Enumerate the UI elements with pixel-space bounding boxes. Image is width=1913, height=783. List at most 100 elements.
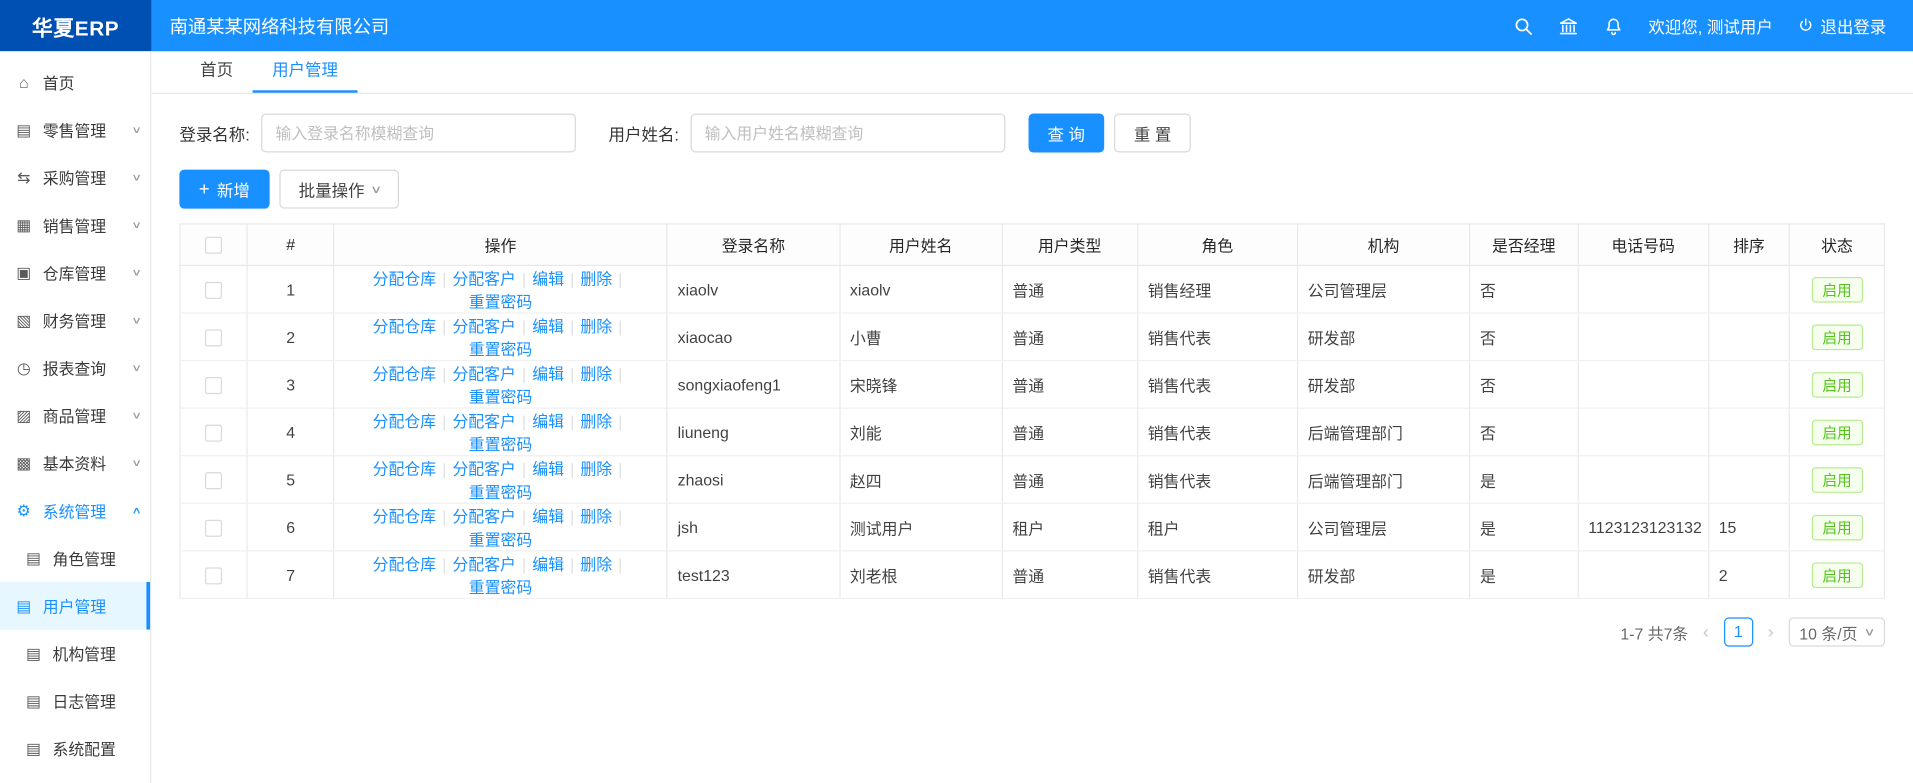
assign-customer-link[interactable]: 分配客户 [452, 317, 515, 335]
action-separator: | [522, 508, 526, 526]
cell-user-name: 小曹 [840, 313, 1002, 361]
assign-warehouse-link[interactable]: 分配仓库 [373, 460, 436, 478]
cell-actions: 分配仓库|分配客户|编辑|删除|重置密码 [334, 361, 668, 409]
row-checkbox[interactable] [205, 519, 222, 536]
reset-password-link[interactable]: 重置密码 [469, 340, 532, 358]
edit-link[interactable]: 编辑 [532, 365, 564, 383]
logout-button[interactable]: 退出登录 [1797, 13, 1886, 37]
user-table: #操作登录名称用户姓名用户类型角色机构是否经理电话号码排序状态 1分配仓库|分配… [179, 223, 1885, 599]
assign-customer-link[interactable]: 分配客户 [452, 508, 515, 526]
page-number-button[interactable]: 1 [1724, 617, 1753, 646]
purchase-icon: ⇆ [15, 168, 33, 188]
sidebar-item-user-mgmt[interactable]: ▤用户管理 [0, 582, 150, 630]
assign-customer-link[interactable]: 分配客户 [452, 460, 515, 478]
header-cell-6: 机构 [1297, 224, 1469, 265]
table-row: 6分配仓库|分配客户|编辑|删除|重置密码jsh测试用户租户租户公司管理层是11… [180, 503, 1884, 551]
delete-link[interactable]: 删除 [580, 270, 612, 288]
delete-link[interactable]: 删除 [580, 365, 612, 383]
user-name-input[interactable] [690, 113, 1005, 152]
reset-password-link[interactable]: 重置密码 [469, 578, 532, 596]
edit-link[interactable]: 编辑 [532, 508, 564, 526]
delete-link[interactable]: 删除 [580, 412, 612, 430]
action-separator: | [618, 317, 622, 335]
page-size-value: 10 条/页 [1799, 620, 1857, 643]
sidebar-item-goods[interactable]: ▨商品管理∨ [0, 392, 150, 440]
assign-warehouse-link[interactable]: 分配仓库 [373, 508, 436, 526]
cell-index: 6 [248, 503, 334, 551]
row-checkbox[interactable] [205, 282, 222, 299]
assign-warehouse-link[interactable]: 分配仓库 [373, 555, 436, 573]
sidebar-item-log-mgmt[interactable]: ▤日志管理 [0, 677, 150, 725]
assign-warehouse-link[interactable]: 分配仓库 [373, 365, 436, 383]
search-button[interactable]: 查 询 [1028, 113, 1105, 152]
delete-link[interactable]: 删除 [580, 460, 612, 478]
reset-password-link[interactable]: 重置密码 [469, 483, 532, 501]
row-checkbox[interactable] [205, 329, 222, 346]
assign-customer-link[interactable]: 分配客户 [452, 412, 515, 430]
search-icon[interactable] [1513, 15, 1534, 36]
cell-checkbox [180, 503, 248, 551]
edit-link[interactable]: 编辑 [532, 555, 564, 573]
bell-icon[interactable] [1603, 15, 1624, 36]
select-all-checkbox[interactable] [205, 237, 222, 254]
reset-button[interactable]: 重 置 [1114, 113, 1191, 152]
add-user-button[interactable]: + 新增 [179, 170, 269, 209]
sidebar-item-finance[interactable]: ▧财务管理∨ [0, 296, 150, 344]
status-badge: 启用 [1811, 276, 1862, 302]
next-page-button[interactable]: › [1765, 622, 1776, 643]
add-user-label: 新增 [217, 177, 250, 201]
reset-password-link[interactable]: 重置密码 [469, 436, 532, 454]
bank-icon[interactable] [1558, 15, 1579, 36]
sidebar-item-purchase[interactable]: ⇆采购管理∨ [0, 154, 150, 202]
assign-customer-link[interactable]: 分配客户 [452, 365, 515, 383]
sidebar-item-role-mgmt[interactable]: ▤角色管理 [0, 534, 150, 582]
company-name: 南通某某网络科技有限公司 [170, 13, 390, 39]
edit-link[interactable]: 编辑 [532, 460, 564, 478]
row-checkbox[interactable] [205, 567, 222, 584]
tab-user-mgmt[interactable]: 用户管理 [253, 51, 358, 92]
edit-link[interactable]: 编辑 [532, 412, 564, 430]
sidebar-item-retail[interactable]: ▤零售管理∨ [0, 106, 150, 154]
sidebar-item-basic-data[interactable]: ▩基本资料∨ [0, 439, 150, 487]
sales-icon: ▦ [15, 215, 33, 235]
sidebar-item-system[interactable]: ⚙系统管理∧ [0, 487, 150, 535]
cell-login-name: xiaocao [667, 313, 839, 361]
row-checkbox[interactable] [205, 424, 222, 441]
reset-password-link[interactable]: 重置密码 [469, 531, 532, 549]
assign-warehouse-link[interactable]: 分配仓库 [373, 270, 436, 288]
delete-link[interactable]: 删除 [580, 317, 612, 335]
page-size-select[interactable]: 10 条/页 ∨ [1788, 617, 1885, 646]
assign-warehouse-link[interactable]: 分配仓库 [373, 317, 436, 335]
table-row: 2分配仓库|分配客户|编辑|删除|重置密码xiaocao小曹普通销售代表研发部否… [180, 313, 1884, 361]
sidebar-item-home[interactable]: ⌂首页 [0, 59, 150, 107]
user-management-page: 登录名称: 用户姓名: 查 询 重 置 + 新增 批量操作 ∨ [151, 94, 1913, 647]
tab-home[interactable]: 首页 [181, 51, 253, 92]
filter-bar: 登录名称: 用户姓名: 查 询 重 置 [179, 113, 1885, 152]
assign-customer-link[interactable]: 分配客户 [452, 270, 515, 288]
assign-warehouse-link[interactable]: 分配仓库 [373, 412, 436, 430]
cell-org: 研发部 [1297, 361, 1469, 409]
cell-login-name: test123 [667, 551, 839, 599]
welcome-user-text[interactable]: 欢迎您, 测试用户 [1648, 13, 1772, 37]
assign-customer-link[interactable]: 分配客户 [452, 555, 515, 573]
header-cell-10: 状态 [1790, 224, 1885, 265]
login-name-input[interactable] [261, 113, 576, 152]
sidebar-item-sales[interactable]: ▦销售管理∨ [0, 201, 150, 249]
reset-password-link[interactable]: 重置密码 [469, 388, 532, 406]
cell-login-name: liuneng [667, 408, 839, 456]
sidebar-item-org-mgmt[interactable]: ▤机构管理 [0, 630, 150, 678]
row-checkbox[interactable] [205, 472, 222, 489]
cell-role: 销售代表 [1137, 361, 1297, 409]
prev-page-button[interactable]: ‹ [1700, 622, 1711, 643]
sidebar-item-system-config[interactable]: ▤系统配置 [0, 725, 150, 773]
chevron-down-icon: ∨ [131, 267, 142, 278]
batch-actions-button[interactable]: 批量操作 ∨ [279, 170, 399, 209]
sidebar-item-reports[interactable]: ◷报表查询∨ [0, 344, 150, 392]
row-checkbox[interactable] [205, 377, 222, 394]
delete-link[interactable]: 删除 [580, 508, 612, 526]
reset-password-link[interactable]: 重置密码 [469, 293, 532, 311]
edit-link[interactable]: 编辑 [532, 317, 564, 335]
edit-link[interactable]: 编辑 [532, 270, 564, 288]
sidebar-item-warehouse[interactable]: ▣仓库管理∨ [0, 249, 150, 297]
delete-link[interactable]: 删除 [580, 555, 612, 573]
